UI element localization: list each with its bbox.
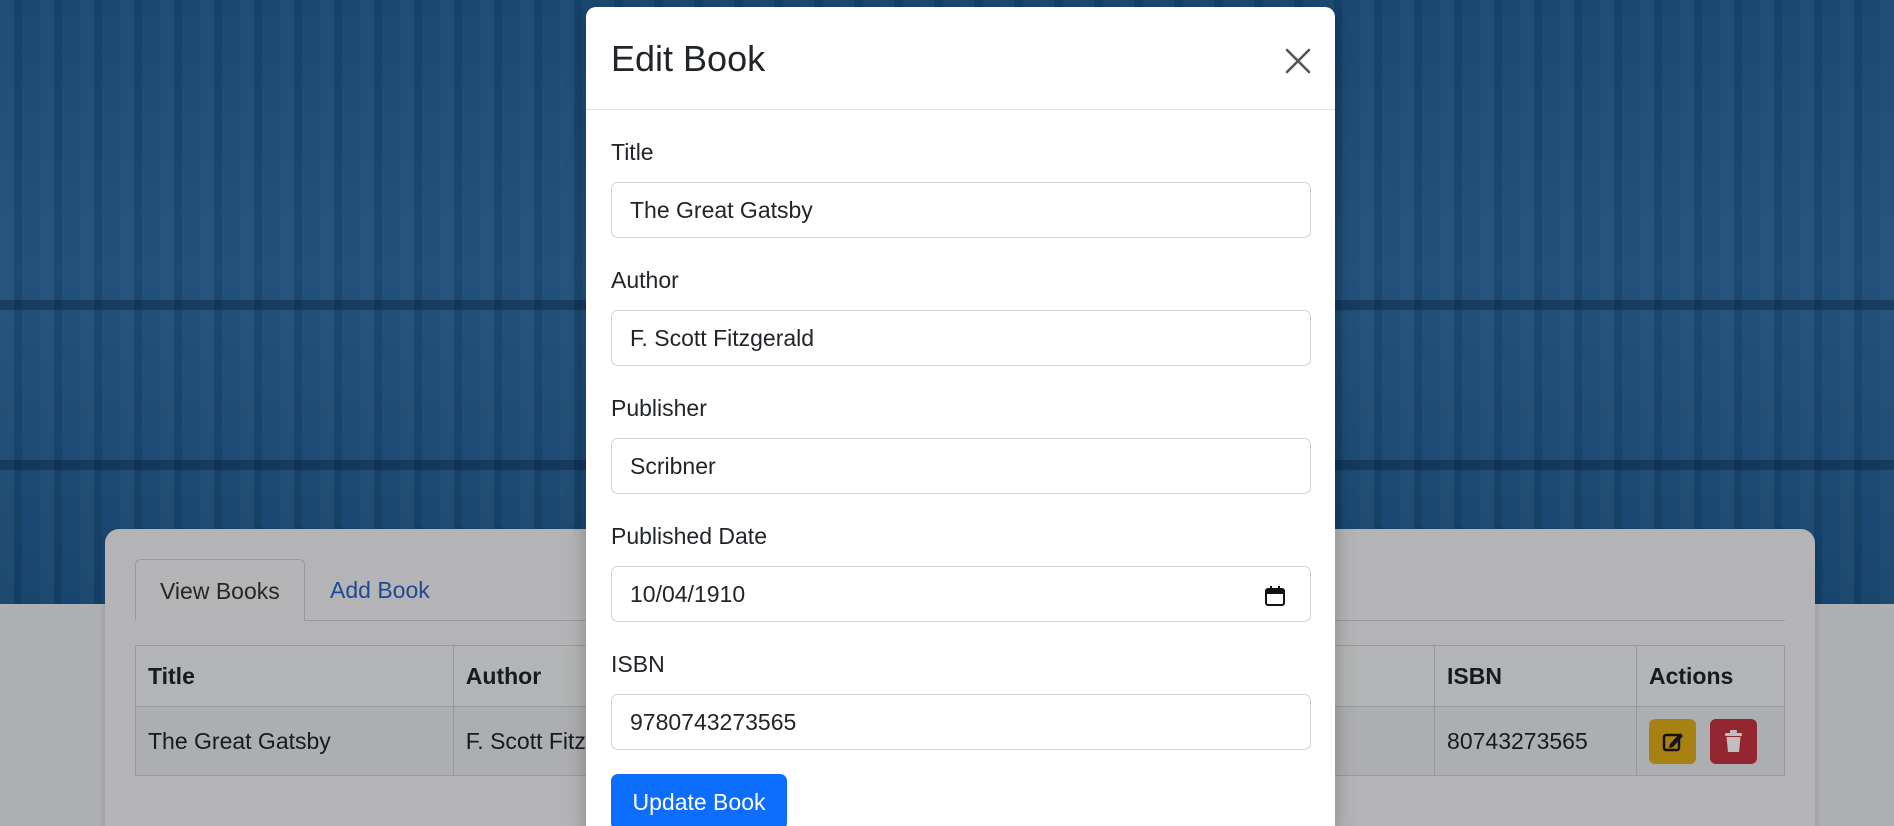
publisher-input[interactable] xyxy=(611,438,1311,494)
author-input[interactable] xyxy=(611,310,1311,366)
publisher-label: Publisher xyxy=(611,395,707,421)
close-icon xyxy=(1285,48,1311,74)
isbn-input[interactable] xyxy=(611,694,1311,750)
edit-book-modal: Edit Book Title Author Publisher Publish… xyxy=(586,7,1335,826)
author-label: Author xyxy=(611,267,679,293)
isbn-label: ISBN xyxy=(611,651,665,677)
modal-header: Edit Book xyxy=(586,7,1335,110)
update-book-button[interactable]: Update Book xyxy=(611,774,787,826)
calendar-icon[interactable] xyxy=(1263,584,1287,608)
modal-title: Edit Book xyxy=(611,38,766,79)
close-button[interactable] xyxy=(1278,41,1318,81)
published-date-input[interactable] xyxy=(611,566,1311,622)
title-label: Title xyxy=(611,139,654,165)
published-date-label: Published Date xyxy=(611,523,767,549)
title-input[interactable] xyxy=(611,182,1311,238)
